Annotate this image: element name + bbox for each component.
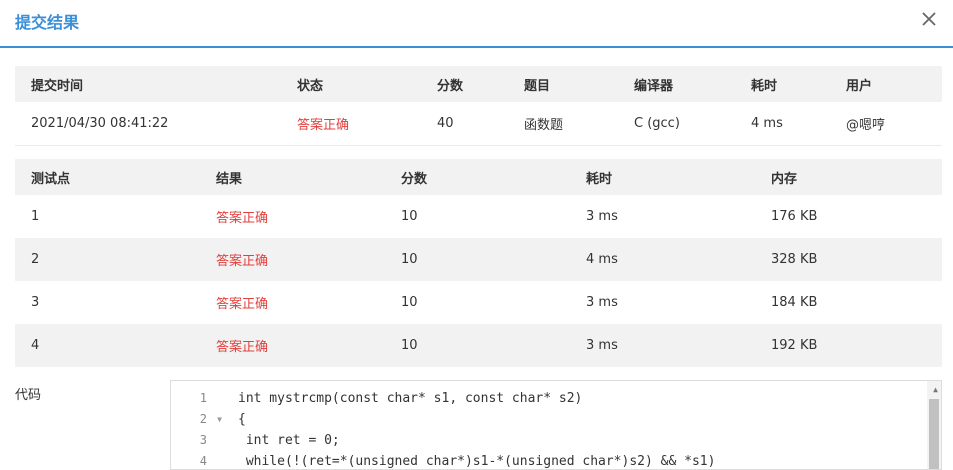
code-label: 代码 xyxy=(15,388,42,403)
case-time: 3 ms xyxy=(586,295,618,310)
status-accepted: 答案正确 xyxy=(281,102,421,146)
summary-row: 2021/04/30 08:41:22 答案正确 40 函数题 C (gcc) … xyxy=(15,102,942,146)
case-score: 10 xyxy=(401,209,418,224)
header-test-point: 测试点 xyxy=(15,159,200,195)
code-editor[interactable]: 1 2 ▼ 3 4 int mystrcmp(const char* s1, co… xyxy=(170,380,942,470)
summary-header-row: 提交时间 状态 分数 题目 编译器 耗时 用户 xyxy=(15,66,942,102)
case-score: 10 xyxy=(385,324,570,367)
header-time: 耗时 xyxy=(735,66,830,102)
case-id: 1 xyxy=(31,209,40,224)
fold-arrow-icon[interactable]: ▼ xyxy=(217,409,222,430)
header-memory: 内存 xyxy=(755,159,942,195)
compiler: C (gcc) xyxy=(618,102,735,146)
code-line: { xyxy=(238,412,246,427)
scroll-up-icon[interactable]: ▲ xyxy=(933,385,938,394)
score: 40 xyxy=(421,102,508,146)
case-time: 3 ms xyxy=(586,209,618,224)
code-line: while(!(ret=*(unsigned char*)s1-*(unsign… xyxy=(238,454,716,469)
header-compiler: 编译器 xyxy=(618,66,735,102)
header-case-score: 分数 xyxy=(385,159,570,195)
submit-time: 2021/04/30 08:41:22 xyxy=(15,102,281,146)
header-status: 状态 xyxy=(281,66,421,102)
header-result: 结果 xyxy=(200,159,385,195)
cases-header-row: 测试点 结果 分数 耗时 内存 xyxy=(15,159,942,195)
line-number: 2 ▼ xyxy=(171,409,231,430)
case-memory: 176 KB xyxy=(771,209,818,224)
vertical-scrollbar[interactable]: ▲ xyxy=(927,381,941,469)
header-problem: 题目 xyxy=(508,66,618,102)
case-score: 10 xyxy=(401,295,418,310)
table-row: 3 答案正确 10 3 ms 184 KB xyxy=(15,281,942,324)
line-number: 4 xyxy=(199,454,207,468)
table-row: 4 答案正确 10 3 ms 192 KB xyxy=(15,324,942,367)
case-id: 4 xyxy=(15,324,200,367)
line-number: 3 xyxy=(199,433,207,447)
dialog-title: 提交结果 xyxy=(15,13,80,32)
case-memory: 328 KB xyxy=(755,238,942,281)
line-number-gutter: 1 2 ▼ 3 4 xyxy=(171,388,231,469)
header-case-time: 耗时 xyxy=(570,159,755,195)
header-user: 用户 xyxy=(830,66,942,102)
case-result: 答案正确 xyxy=(216,297,269,312)
case-id: 3 xyxy=(31,295,40,310)
case-memory: 192 KB xyxy=(755,324,942,367)
case-id: 2 xyxy=(15,238,200,281)
close-icon[interactable] xyxy=(919,8,939,30)
code-line: int mystrcmp(const char* s1, const char*… xyxy=(238,391,583,406)
case-time: 3 ms xyxy=(570,324,755,367)
table-row: 1 答案正确 10 3 ms 176 KB xyxy=(15,195,942,238)
case-score: 10 xyxy=(385,238,570,281)
time-used: 4 ms xyxy=(735,102,830,146)
user-link[interactable]: @嗯哼 xyxy=(830,102,942,146)
case-time: 4 ms xyxy=(570,238,755,281)
line-number: 1 xyxy=(199,391,207,405)
dialog-header: 提交结果 xyxy=(0,0,953,48)
test-cases-table: 测试点 结果 分数 耗时 内存 1 答案正确 10 3 ms 176 KB 2 … xyxy=(15,159,942,367)
table-row: 2 答案正确 10 4 ms 328 KB xyxy=(15,238,942,281)
case-result: 答案正确 xyxy=(200,324,385,367)
case-result: 答案正确 xyxy=(216,211,269,226)
problem-type: 函数题 xyxy=(508,102,618,146)
header-submit-time: 提交时间 xyxy=(15,66,281,102)
case-memory: 184 KB xyxy=(771,295,818,310)
code-line: int ret = 0; xyxy=(238,433,340,448)
code-content[interactable]: int mystrcmp(const char* s1, const char*… xyxy=(238,388,716,469)
case-result: 答案正确 xyxy=(200,238,385,281)
submission-summary-table: 提交时间 状态 分数 题目 编译器 耗时 用户 2021/04/30 08:41… xyxy=(15,66,942,146)
header-score: 分数 xyxy=(421,66,508,102)
